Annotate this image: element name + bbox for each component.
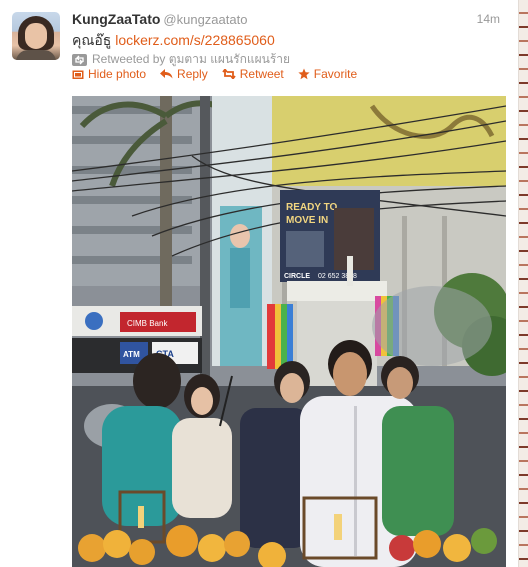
sign-atm: ATM <box>123 350 140 359</box>
retweet-label: Retweet <box>239 67 284 81</box>
photo-icon <box>72 69 84 80</box>
left-building <box>72 96 207 286</box>
billboard-line2: MOVE IN <box>286 215 328 226</box>
tweet-photo[interactable]: READY TO MOVE IN CIRCLE 02 652 3838 CIMB… <box>72 96 506 567</box>
fullname[interactable]: KungZaaTato <box>72 11 160 27</box>
shop-signs: CIMB Bank ATM CTA <box>72 306 202 373</box>
tweet-text: คุณอ๊ธู lockerz.com/s/228865060 <box>72 30 275 52</box>
tweet[interactable]: KungZaaTato @kungzaatato 14m คุณอ๊ธู lock… <box>0 0 518 567</box>
rainbow-scarf-left <box>267 304 293 369</box>
sign-cimb: CIMB Bank <box>127 319 168 328</box>
reply-label: Reply <box>177 67 208 81</box>
hide-photo-button[interactable]: Hide photo <box>72 67 146 81</box>
avatar-shirt <box>16 50 56 60</box>
favorite-label: Favorite <box>313 67 358 81</box>
billboard-brand: CIRCLE <box>284 273 310 280</box>
retweet-button[interactable]: Retweet <box>222 67 284 81</box>
tweet-actions: Hide photo Reply Retweet Favorite <box>72 67 357 81</box>
favorite-button[interactable]: Favorite <box>298 67 357 81</box>
hide-photo-label: Hide photo <box>88 67 147 81</box>
reply-button[interactable]: Reply <box>160 67 208 81</box>
retweet-badge-icon <box>72 53 87 66</box>
billboard: READY TO MOVE IN CIRCLE 02 652 3838 <box>280 190 380 282</box>
star-icon <box>298 68 310 80</box>
retweet-icon <box>222 69 236 79</box>
reply-icon <box>160 69 173 79</box>
tweet-text-prefix: คุณอ๊ธู <box>72 32 116 48</box>
avatar[interactable] <box>12 12 60 60</box>
background-pattern-strip <box>518 0 528 567</box>
billboard-line1: READY TO <box>286 202 338 213</box>
tweet-link[interactable]: lockerz.com/s/228865060 <box>115 32 275 48</box>
screen-name[interactable]: @kungzaatato <box>163 12 247 27</box>
timestamp[interactable]: 14m <box>477 12 500 26</box>
avatar-face <box>25 23 47 49</box>
tweet-header: KungZaaTato @kungzaatato 14m <box>72 11 500 29</box>
